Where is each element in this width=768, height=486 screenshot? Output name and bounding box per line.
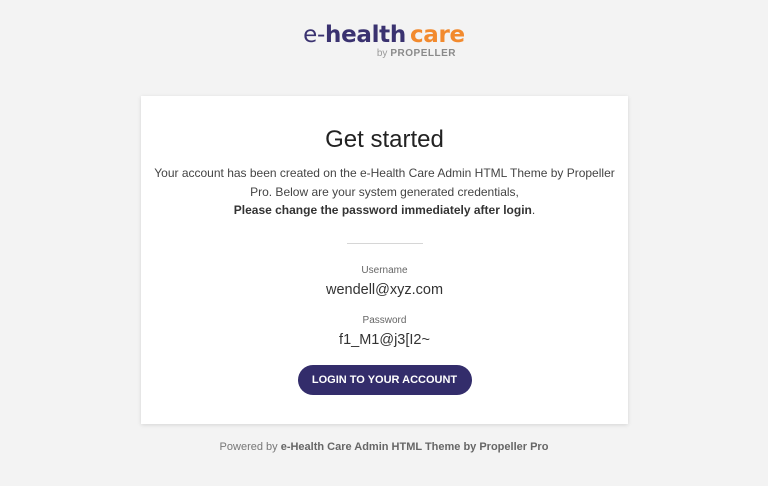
- footer-prefix: Powered by: [219, 441, 281, 453]
- divider: [346, 242, 423, 244]
- logo-wordmark: e-health care: [0, 22, 768, 48]
- footer: Powered by e-Health Care Admin HTML Them…: [0, 441, 768, 453]
- username-block: Username wendell@xyz.com: [141, 265, 628, 299]
- intro-end: .: [531, 203, 536, 217]
- password-value: f1_M1@j3[I2~: [339, 331, 430, 348]
- intro-text: Your account has been created on the e-H…: [150, 164, 620, 220]
- page-title: Get started: [325, 126, 444, 153]
- credentials-card: Get started Your account has been create…: [141, 96, 628, 424]
- intro-line: Your account has been created on the e-H…: [154, 166, 615, 199]
- logo-byline: by PROPELLER: [294, 48, 474, 60]
- login-button[interactable]: Login to your account: [297, 364, 472, 395]
- logo-company: PROPELLER: [390, 48, 456, 59]
- username-value: wendell@xyz.com: [325, 281, 444, 298]
- password-block: Password f1_M1@j3[I2~: [141, 315, 628, 349]
- footer-brand: e-Health Care Admin HTML Theme by Propel…: [280, 441, 549, 453]
- intro-warning: Please change the password immediately a…: [233, 203, 532, 217]
- logo-by: by: [376, 48, 388, 59]
- logo-prefix: e-: [303, 22, 325, 48]
- brand-logo: e-health care by PROPELLER: [0, 22, 768, 60]
- logo-care: care: [409, 22, 465, 48]
- password-label: Password: [362, 314, 407, 326]
- username-label: Username: [361, 264, 408, 276]
- logo-health: health: [325, 22, 406, 48]
